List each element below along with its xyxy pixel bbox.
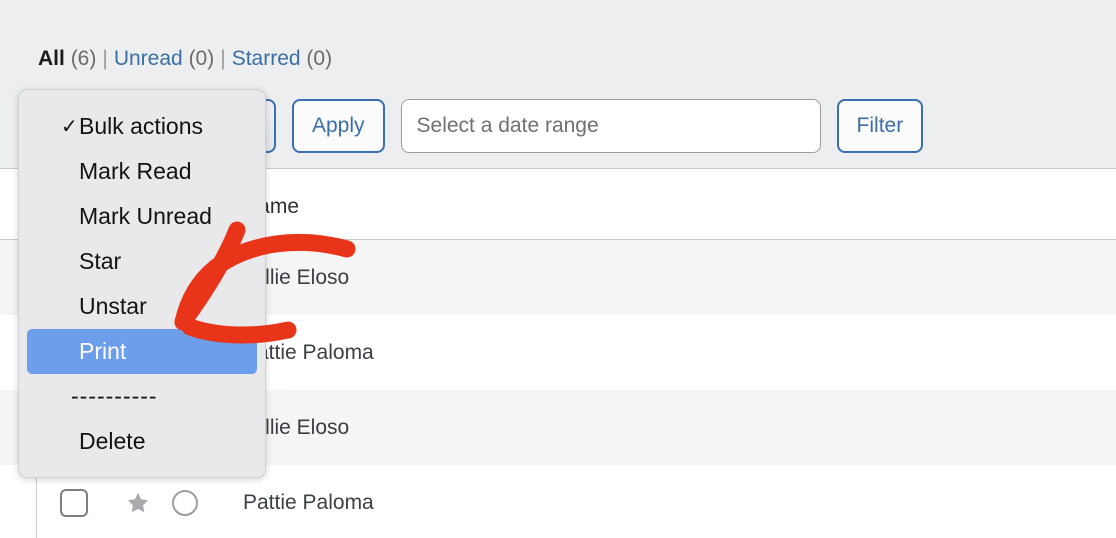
view-filter-all[interactable]: All (6) xyxy=(38,47,96,70)
view-filter-starred[interactable]: Starred (0) xyxy=(232,47,332,70)
menu-item-star-label: Star xyxy=(79,248,122,274)
menu-item-bulk-actions-label: Bulk actions xyxy=(79,113,204,139)
view-filter-separator-2: | xyxy=(220,47,226,70)
view-filter-starred-label: Starred xyxy=(231,47,301,70)
menu-item-delete-label: Delete xyxy=(79,428,146,454)
menu-item-mark-read[interactable]: Mark Read xyxy=(27,149,257,194)
menu-item-mark-unread-label: Mark Unread xyxy=(79,203,212,229)
menu-item-mark-unread[interactable]: Mark Unread xyxy=(27,194,257,239)
view-filter-unread[interactable]: Unread (0) xyxy=(114,47,214,70)
apply-button[interactable]: Apply xyxy=(292,99,385,153)
bulk-actions-dropdown-menu[interactable]: ✓ Bulk actions Mark Read Mark Unread Sta… xyxy=(18,89,266,478)
view-filter-unread-label: Unread xyxy=(113,47,183,70)
view-filter-links: All (6) | Unread (0) | Starred (0) xyxy=(38,44,332,74)
menu-item-print-label: Print xyxy=(79,338,127,364)
date-range-input[interactable] xyxy=(400,99,821,153)
view-filter-starred-count: (0) xyxy=(306,47,333,70)
menu-item-unstar-label: Unstar xyxy=(79,293,147,319)
row-name: Pattie Paloma xyxy=(243,490,374,514)
checkmark-icon: ✓ xyxy=(61,116,78,138)
menu-item-unstar[interactable]: Unstar xyxy=(27,284,257,329)
menu-item-star[interactable]: Star xyxy=(27,239,257,284)
menu-item-delete[interactable]: Delete xyxy=(27,419,257,464)
menu-separator: ---------- xyxy=(71,383,158,409)
menu-item-bulk-actions[interactable]: ✓ Bulk actions xyxy=(27,104,257,149)
menu-item-mark-read-label: Mark Read xyxy=(79,158,192,184)
view-filter-all-label: All xyxy=(38,47,65,70)
view-filter-all-count: (6) xyxy=(70,47,97,70)
email-list-screen: Name Millie Eloso Pattie Paloma Millie E… xyxy=(0,0,1116,538)
menu-item-print[interactable]: Print xyxy=(27,329,257,374)
unread-toggle-icon[interactable] xyxy=(172,489,198,516)
star-icon[interactable] xyxy=(124,489,152,517)
view-filter-separator-1: | xyxy=(102,47,108,70)
filter-button[interactable]: Filter xyxy=(836,99,924,153)
view-filter-unread-count: (0) xyxy=(188,47,215,70)
row-checkbox[interactable] xyxy=(60,488,88,517)
